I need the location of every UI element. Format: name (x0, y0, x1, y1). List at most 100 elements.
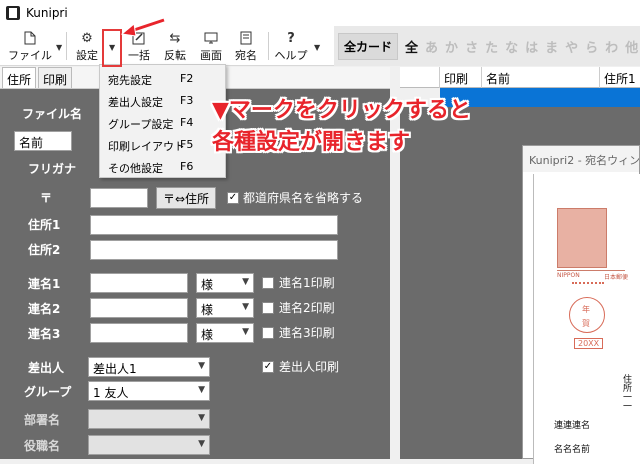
postcard-preview: NIPPON 日本郵便 年 賀 20XX 住所一一 連連連名 名名名前 (533, 174, 640, 464)
column-header-print[interactable]: 印刷 (440, 67, 482, 88)
menu-item-sender-settings[interactable]: 差出人設定 F3 (100, 90, 227, 112)
screen-label: 画面 (200, 49, 222, 62)
joint2-print-checkbox[interactable] (262, 302, 274, 314)
joint3-input[interactable] (90, 323, 188, 343)
annotation-line-2: 各種設定が開きます (212, 130, 411, 155)
joint1-input[interactable] (90, 273, 188, 293)
preview-window-title[interactable]: Kunipri2 - 宛名ウィンドウ (523, 146, 639, 172)
stamp-image (557, 208, 607, 268)
sender-select[interactable]: 差出人1 ▼ (88, 357, 210, 377)
address-label: 宛名 (235, 49, 257, 62)
kana-ma-button[interactable]: ま (545, 37, 558, 56)
group-select[interactable]: 1 友人 ▼ (88, 381, 210, 401)
document-icon (24, 30, 36, 46)
kana-ra-button[interactable]: ら (585, 37, 598, 56)
menu-item-label: 宛先設定 (108, 74, 152, 87)
chevron-down-icon: ▼ (198, 361, 205, 371)
joint1-print-checkbox[interactable] (262, 277, 274, 289)
help-button[interactable]: ? ヘルプ (272, 28, 310, 64)
joint3-honorific-select[interactable]: 様 ▼ (196, 323, 254, 343)
settings-button[interactable]: ⚙ 設定 (72, 28, 102, 64)
menu-item-label: 差出人設定 (108, 96, 163, 109)
joint3-print-label: 連名3印刷 (279, 326, 335, 340)
toolbar: ファイル ▼ ⚙ 設定 ▼ 一括 ⇆ 反転 画面 宛名 ? ヘルプ ▼ 全カード… (0, 26, 640, 66)
group-select-value: 1 友人 (93, 386, 129, 400)
postal-label: 〒 (40, 191, 53, 205)
address-button[interactable]: 宛名 (231, 28, 261, 64)
file-dropdown-arrow-icon[interactable]: ▼ (56, 43, 62, 52)
kana-other-button[interactable]: 他 (625, 37, 638, 56)
joint1-honorific-select[interactable]: 様 ▼ (196, 273, 254, 293)
address1-input[interactable] (90, 215, 338, 235)
address2-input[interactable] (90, 240, 338, 260)
tab-address[interactable]: 住所 (2, 67, 37, 88)
settings-dropdown-menu: 宛先設定 F2 差出人設定 F3 グループ設定 F4 印刷レイアウト F5 その… (99, 64, 226, 178)
joint2-honorific-select[interactable]: 様 ▼ (196, 298, 254, 318)
menu-item-shortcut: F4 (180, 116, 194, 129)
joint1-honorific-value: 様 (201, 278, 214, 292)
group-label: グループ (24, 385, 72, 399)
app-icon (6, 6, 20, 20)
column-header-name[interactable]: 名前 (482, 67, 600, 88)
menu-item-print-layout[interactable]: 印刷レイアウト F5 (100, 134, 227, 156)
all-cards-button[interactable]: 全カード (338, 32, 399, 60)
name-field-select[interactable]: 名前 (14, 131, 72, 151)
postal-address-convert-button[interactable]: 〒⇔住所 (156, 187, 216, 209)
menu-item-shortcut: F5 (180, 138, 194, 151)
list-header: 印刷 名前 住所1 (400, 67, 640, 88)
chevron-down-icon: ▼ (242, 277, 249, 287)
sender-select-value: 差出人1 (93, 362, 137, 376)
postmark-dots (572, 282, 604, 296)
kana-ya-button[interactable]: や (565, 37, 578, 56)
sender-print-label: 差出人印刷 (279, 360, 340, 374)
omit-prefecture-checkbox[interactable]: ✓ (227, 192, 239, 204)
highlight-box (102, 29, 122, 67)
postal-code-input[interactable] (90, 188, 148, 208)
help-dropdown-arrow-icon[interactable]: ▼ (314, 43, 320, 52)
menu-item-other-settings[interactable]: その他設定 F6 (100, 156, 227, 178)
screen-button[interactable]: 画面 (196, 28, 226, 64)
nenga-text-2: 賀 (582, 319, 590, 328)
sender-print-checkbox[interactable]: ✓ (262, 361, 274, 373)
sender-label: 差出人 (28, 361, 65, 375)
kana-all-button[interactable]: 全 (405, 37, 418, 56)
department-select[interactable]: ▼ (88, 409, 210, 429)
bulk-label: 一括 (128, 49, 150, 62)
kana-wa-button[interactable]: わ (605, 37, 618, 56)
menu-item-recipient-settings[interactable]: 宛先設定 F2 (100, 68, 227, 90)
annotation-arrow-icon (120, 18, 165, 37)
joint3-print-checkbox[interactable] (262, 327, 274, 339)
joint2-input[interactable] (90, 298, 188, 318)
tab-print[interactable]: 印刷 (38, 67, 73, 88)
furigana-label: フリガナ (28, 162, 77, 176)
column-header-address1[interactable]: 住所1 (600, 67, 640, 88)
japan-post-text: 日本郵便 (604, 274, 629, 281)
file-button[interactable]: ファイル (8, 28, 52, 64)
department-label: 部署名 (24, 413, 61, 427)
question-icon: ? (287, 30, 295, 46)
kana-ta-button[interactable]: た (485, 37, 498, 56)
toolbar-separator (66, 32, 67, 60)
menu-item-shortcut: F2 (180, 72, 194, 85)
kana-sa-button[interactable]: さ (465, 37, 478, 56)
toolbar-separator (268, 32, 269, 60)
help-label: ヘルプ (274, 49, 308, 62)
joint2-print-label: 連名2印刷 (279, 301, 335, 315)
menu-item-label: グループ設定 (108, 118, 174, 131)
menu-item-shortcut: F3 (180, 94, 194, 107)
kana-ha-button[interactable]: は (525, 37, 538, 56)
chevron-down-icon: ▼ (242, 327, 249, 337)
job-title-select[interactable]: ▼ (88, 435, 210, 455)
kana-ka-button[interactable]: か (445, 37, 458, 56)
address1-label: 住所1 (28, 218, 61, 232)
flip-arrows-icon: ⇆ (169, 30, 181, 46)
gear-icon: ⚙ (81, 30, 93, 46)
nenga-text-1: 年 (582, 305, 590, 314)
annotation-line-1: ▼マークをクリックすると (212, 98, 471, 123)
menu-item-label: 印刷レイアウト (108, 140, 185, 153)
kana-na-button[interactable]: な (505, 37, 518, 56)
kana-a-button[interactable]: あ (425, 37, 438, 56)
menu-item-group-settings[interactable]: グループ設定 F4 (100, 112, 227, 134)
omit-prefecture-label: 都道府県名を省略する (243, 191, 364, 205)
chevron-down-icon: ▼ (198, 439, 205, 449)
